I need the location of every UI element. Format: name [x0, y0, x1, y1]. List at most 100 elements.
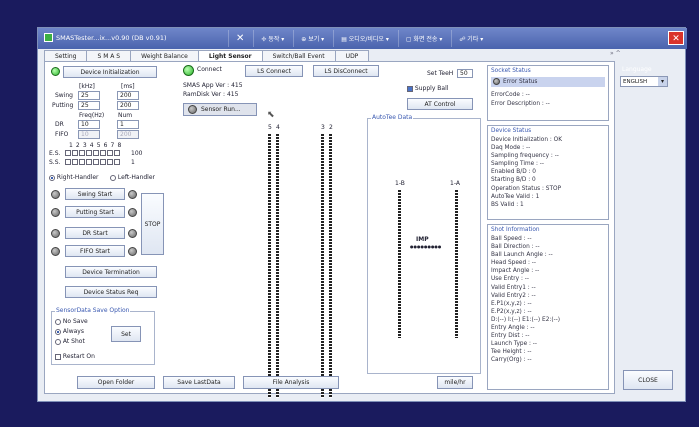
ls-disconnect-button[interactable]: LS DisConnect — [313, 65, 379, 77]
shot-info-list: Ball Speed : -- Ball Direction : -- Ball… — [491, 235, 560, 365]
screen-share-menu[interactable]: ▢ 화면 전송 ▾ — [397, 30, 449, 47]
swing-start-button[interactable]: Swing Start — [65, 188, 125, 200]
media-menu[interactable]: ▤ 오디오/비디오 ▾ — [333, 30, 396, 47]
device-status-req-button[interactable]: Device Status Req — [65, 286, 157, 298]
fifo-freq-input[interactable]: 10 — [78, 130, 100, 139]
language-select[interactable]: ENGLISH ▾ — [620, 76, 668, 87]
at-shot-label: At Shot — [62, 338, 85, 345]
mile-hr-button[interactable]: mile/hr — [437, 376, 473, 389]
col-1a-label: 1-A — [450, 180, 460, 187]
sensor-column-3 — [321, 134, 324, 398]
sensor-run-led — [188, 105, 197, 114]
fifo-start-button[interactable]: FIFO Start — [65, 245, 125, 257]
imp-label: IMP — [416, 236, 429, 243]
autotee-title: AutoTee Data — [371, 114, 414, 121]
set-teeh-label: Set TeeH — [427, 70, 454, 77]
set-teeh-input[interactable]: 50 — [457, 69, 473, 78]
connect-led — [183, 65, 194, 76]
save-lastdata-button[interactable]: Save LastData — [163, 376, 235, 389]
device-status-line: BS Valid : 1 — [491, 201, 524, 208]
file-analysis-button[interactable]: File Analysis — [243, 376, 339, 389]
dr-led-right — [128, 229, 137, 238]
dr-num-input[interactable]: 1 — [117, 120, 139, 129]
window-close-button[interactable]: ✕ — [668, 31, 684, 45]
no-save-radio[interactable]: No Save — [55, 318, 88, 325]
dr-start-button[interactable]: DR Start — [65, 227, 125, 239]
tab-switch-ball-event[interactable]: Switch/Ball Event — [261, 50, 336, 61]
app-window: SMASTester...ix...v0.90 (DB v0.91) ✕ ✢ 동… — [37, 27, 687, 402]
at-shot-radio[interactable]: At Shot — [55, 338, 85, 345]
tab-udp[interactable]: UDP — [334, 50, 370, 61]
shot-info-line: Ball Launch Angle : -- — [491, 252, 553, 259]
shot-info-line: Tee Height : -- — [491, 349, 532, 356]
always-label: Always — [62, 328, 84, 335]
view-menu[interactable]: ⊕ 보기 ▾ — [293, 30, 331, 47]
open-folder-button[interactable]: Open Folder — [77, 376, 155, 389]
sensor-run-indicator: Sensor Run... — [183, 103, 257, 116]
col-3-label: 3 — [321, 124, 325, 131]
shot-info-line: E.P1(x,y,z) : -- — [491, 300, 532, 307]
close-button[interactable]: CLOSE — [623, 370, 673, 390]
device-status-line: Sampling frequency : -- — [491, 153, 559, 160]
stop-button[interactable]: STOP — [141, 193, 164, 255]
close-x-icon[interactable]: ✕ — [228, 30, 251, 47]
supply-ball-label: Supply Ball — [414, 85, 449, 92]
device-termination-button[interactable]: Device Termination — [65, 266, 157, 278]
putting-label: Putting — [52, 102, 74, 109]
shot-info-line: D:(--) I:(--) E1:(--) E2:(--) — [491, 316, 561, 323]
swing-khz-input[interactable]: 25 — [78, 91, 100, 100]
es-checkboxes[interactable] — [65, 150, 120, 156]
sensor-column-4 — [276, 134, 279, 398]
shot-information-panel: Shot Information Ball Speed : -- Ball Di… — [487, 224, 609, 390]
putting-led-right — [128, 208, 137, 217]
misc-menu[interactable]: ☍ 기타 ▾ — [451, 30, 490, 47]
sensor-number-labels: 1 2 3 4 5 6 7 8 — [69, 142, 122, 149]
set-button[interactable]: Set — [111, 326, 141, 342]
always-radio[interactable]: Always — [55, 328, 84, 335]
shot-info-title: Shot Information — [491, 227, 540, 233]
putting-start-button[interactable]: Putting Start — [65, 206, 125, 218]
col-1b-label: 1-B — [395, 180, 405, 187]
dr-led — [51, 229, 60, 238]
imp-indicator: ●●●●●●●●● — [410, 244, 442, 249]
device-status-line: Device Initialization : OK — [491, 137, 563, 143]
left-handler-radio[interactable]: Left-Handler — [110, 174, 155, 181]
restart-on-checkbox[interactable]: Restart On — [55, 353, 95, 360]
sensor-column-1b — [398, 190, 401, 338]
swing-ms-input[interactable]: 200 — [117, 91, 139, 100]
tab-smas[interactable]: S M A S — [86, 50, 132, 61]
fifo-led — [51, 247, 60, 256]
ss-checkboxes[interactable] — [65, 159, 120, 165]
restart-on-label: Restart On — [62, 353, 95, 360]
ls-connect-button[interactable]: LS Connect — [245, 65, 303, 77]
khz-label: [kHz] — [79, 83, 95, 90]
fifo-num-input[interactable]: 200 — [117, 130, 139, 139]
swing-led-right — [128, 190, 137, 199]
tab-setting[interactable]: Setting — [44, 50, 88, 61]
ramdisk-version: RamDisk Ver : 415 — [183, 91, 239, 98]
device-status-panel: Device Status Device Initialization : OK… — [487, 125, 609, 220]
tab-scroll-arrows[interactable]: » ^ — [610, 50, 621, 57]
right-handler-radio[interactable]: Right-Handler — [49, 174, 99, 181]
sensor-column-1a — [455, 190, 458, 338]
dr-freq-input[interactable]: 10 — [78, 120, 100, 129]
putting-led — [51, 208, 60, 217]
language-label: Language — [622, 66, 652, 73]
putting-khz-input[interactable]: 25 — [78, 101, 100, 110]
at-control-button[interactable]: AT Control — [407, 98, 473, 110]
putting-ms-input[interactable]: 200 — [117, 101, 139, 110]
shot-info-line: Head Speed : -- — [491, 260, 536, 267]
device-status-line: Daq Mode : -- — [491, 145, 531, 152]
error-code: ErrorCode : -- — [491, 92, 530, 98]
fifo-led-right — [128, 247, 137, 256]
supply-ball-checkbox[interactable]: Supply Ball — [407, 85, 448, 92]
move-menu[interactable]: ✢ 동작 ▾ — [253, 30, 291, 47]
device-status-line: Enabled B/D : 0 — [491, 169, 536, 176]
language-value: ENGLISH — [623, 79, 648, 85]
tab-weight-balance[interactable]: Weight Balance — [130, 50, 199, 61]
shot-info-line: Valid Entry1 : -- — [491, 284, 536, 291]
swing-led — [51, 190, 60, 199]
no-save-label: No Save — [62, 318, 88, 325]
device-status-line: AutoTee Valid : 1 — [491, 193, 540, 200]
device-init-button[interactable]: Device Initialization — [63, 66, 157, 78]
